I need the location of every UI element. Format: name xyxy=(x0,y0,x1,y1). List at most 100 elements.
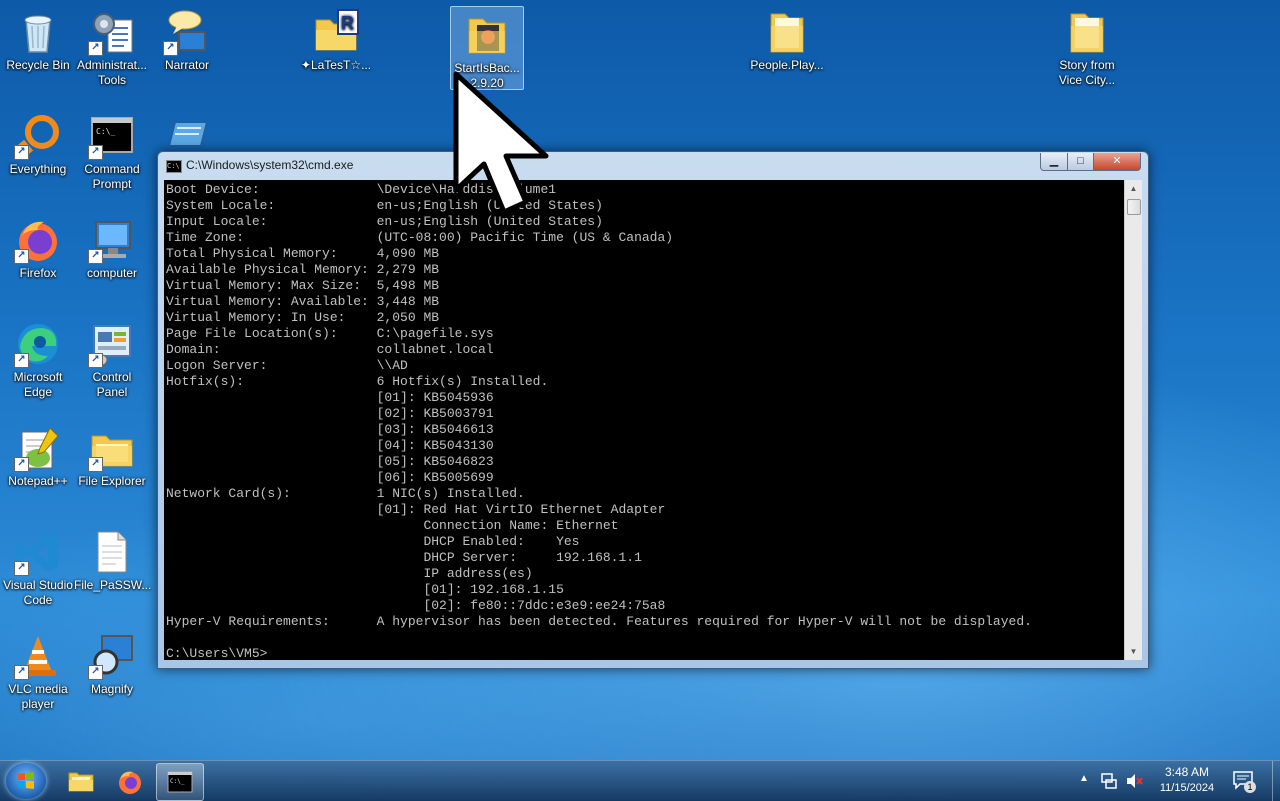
console-line: Virtual Memory: Max Size: 5,498 MB xyxy=(166,278,440,293)
close-button[interactable]: ✕ xyxy=(1093,153,1141,171)
console-line: Virtual Memory: In Use: 2,050 MB xyxy=(166,310,440,325)
desktop-icon-latest-folder[interactable]: R ✦LaTesT☆... xyxy=(298,4,374,73)
icon-label: File_PaSSW... xyxy=(74,578,152,592)
everything-icon: ↗ xyxy=(14,112,62,160)
command-prompt-icon: C:\_ ↗ xyxy=(88,112,136,160)
mouse-cursor-icon xyxy=(453,71,549,215)
desktop-icon-command-prompt[interactable]: C:\_ ↗ Command Prompt xyxy=(74,108,150,192)
folder-icon xyxy=(1063,8,1111,56)
narrator-icon: ↗ xyxy=(163,8,211,56)
shortcut-arrow-icon: ↗ xyxy=(88,145,103,160)
vertical-scrollbar[interactable]: ▲ ▼ xyxy=(1124,180,1142,660)
shortcut-arrow-icon: ↗ xyxy=(14,561,29,576)
console-line: Time Zone: (UTC-08:00) Pacific Time (US … xyxy=(166,230,674,245)
desktop-icon-recycle-bin[interactable]: Recycle Bin xyxy=(0,4,76,73)
shortcut-arrow-icon: ↗ xyxy=(88,249,103,264)
administrative-tools-icon: ↗ xyxy=(88,8,136,56)
icon-label: People.Play... xyxy=(750,58,824,72)
console-line: [01]: Red Hat VirtIO Ethernet Adapter xyxy=(166,502,666,517)
shortcut-arrow-icon: ↗ xyxy=(88,457,103,472)
console-line: [03]: KB5046613 xyxy=(166,422,494,437)
recycle-bin-icon xyxy=(14,8,62,56)
desktop-icon-file-explorer[interactable]: ↗ File Explorer xyxy=(74,420,150,489)
scroll-up-icon[interactable]: ▲ xyxy=(1125,180,1142,197)
console-line: Domain: collabnet.local xyxy=(166,342,494,357)
notification-count-badge: 1 xyxy=(1244,781,1256,793)
console-line: Boot Device: \Device\HarddiskVolume1 xyxy=(166,182,557,197)
desktop-icon-firefox[interactable]: ↗ Firefox xyxy=(0,212,76,281)
maximize-button[interactable]: □ xyxy=(1067,153,1094,171)
icon-label: Microsoft Edge xyxy=(13,370,63,399)
icon-label: Control Panel xyxy=(92,370,132,399)
desktop-icon-control-panel[interactable]: ↗ Control Panel xyxy=(74,316,150,400)
system-clock[interactable]: 3:48 AM 11/15/2024 xyxy=(1148,764,1226,796)
action-center-button[interactable]: 1 xyxy=(1232,769,1256,793)
icon-label: Magnify xyxy=(90,682,134,696)
clock-date: 11/15/2024 xyxy=(1159,782,1215,794)
icon-label: Command Prompt xyxy=(84,162,140,191)
console-output[interactable]: Boot Device: \Device\HarddiskVolume1 Syst… xyxy=(164,180,1124,660)
notepad-plus-plus-icon: ↗ xyxy=(14,424,62,472)
scroll-thumb[interactable] xyxy=(1127,199,1141,215)
taskbar-file-explorer[interactable] xyxy=(58,763,104,799)
desktop-icon-administrative-tools[interactable]: ↗ Administrat... Tools xyxy=(74,4,150,88)
svg-text:C:\_: C:\_ xyxy=(96,127,115,136)
console-line: Page File Location(s): C:\pagefile.sys xyxy=(166,326,494,341)
console-line: [02]: fe80::7ddc:e3e9:ee24:75a8 xyxy=(166,598,666,613)
folder-icon xyxy=(763,8,811,56)
icon-label: VLC media player xyxy=(8,682,68,711)
console-line: [04]: KB5043130 xyxy=(166,438,494,453)
svg-text:C:\_: C:\_ xyxy=(170,778,185,785)
icon-label: Notepad++ xyxy=(8,474,68,488)
computer-icon: ↗ xyxy=(88,216,136,264)
desktop-icon-file-passw[interactable]: File_PaSSW... xyxy=(74,524,152,593)
console-line: Logon Server: \\AD xyxy=(166,358,408,373)
shortcut-arrow-icon: ↗ xyxy=(14,353,29,368)
desktop-icon-magnify[interactable]: ↗ Magnify xyxy=(74,628,150,697)
windows-logo-icon xyxy=(18,772,34,789)
desktop-icon-everything[interactable]: ↗ Everything xyxy=(0,108,76,177)
volume-muted-icon[interactable] xyxy=(1125,772,1143,790)
shortcut-arrow-icon: ↗ xyxy=(14,249,29,264)
minimize-button[interactable]: ▁ xyxy=(1040,153,1068,171)
console-line: Virtual Memory: Available: 3,448 MB xyxy=(166,294,440,309)
network-icon[interactable] xyxy=(1100,772,1118,790)
shortcut-arrow-icon: ↗ xyxy=(14,145,29,160)
shortcut-arrow-icon: ↗ xyxy=(14,457,29,472)
icon-label: Story from Vice City... xyxy=(1058,58,1116,87)
console-line: DHCP Enabled: Yes xyxy=(166,534,580,549)
desktop-icon-notepad-plus-plus[interactable]: ↗ Notepad++ xyxy=(0,420,76,489)
start-button[interactable] xyxy=(6,763,46,799)
console-line: Hyper-V Requirements: A hypervisor has b… xyxy=(166,614,1032,629)
desktop-icon-microsoft-edge[interactable]: ↗ Microsoft Edge xyxy=(0,316,76,400)
console-line: Connection Name: Ethernet xyxy=(166,518,619,533)
desktop-icon-visual-studio-code[interactable]: ↗ Visual Studio Code xyxy=(0,524,76,608)
desktop-icon-story-from-vice-city[interactable]: Story from Vice City... xyxy=(1047,4,1127,88)
title-bar[interactable]: C:\ C:\Windows\system32\cmd.exe ▁ □ ✕ xyxy=(158,152,1148,180)
taskbar-firefox[interactable] xyxy=(107,763,153,799)
icon-label: Visual Studio Code xyxy=(3,578,73,607)
console-line: Input Locale: en-us;English (United Stat… xyxy=(166,214,603,229)
console-line: [01]: 192.168.1.15 xyxy=(166,582,564,597)
icon-label: computer xyxy=(86,266,138,280)
show-hidden-icons-button[interactable]: ▲ xyxy=(1079,773,1089,784)
cmd-window[interactable]: C:\ C:\Windows\system32\cmd.exe ▁ □ ✕ Bo… xyxy=(157,151,1149,669)
desktop-icon-narrator[interactable]: ↗ Narrator xyxy=(149,4,225,73)
clock-time: 3:48 AM xyxy=(1164,765,1210,779)
taskbar-command-prompt[interactable]: C:\_ xyxy=(156,763,204,801)
scroll-down-icon[interactable]: ▼ xyxy=(1125,643,1142,660)
icon-label: File Explorer xyxy=(78,474,146,488)
desktop-icon-computer[interactable]: ↗ computer xyxy=(74,212,150,281)
desktop-icon-vlc[interactable]: ↗ VLC media player xyxy=(0,628,76,712)
cmd-window-icon: C:\ xyxy=(166,160,182,173)
console-line: Total Physical Memory: 4,090 MB xyxy=(166,246,440,261)
shortcut-arrow-icon: ↗ xyxy=(88,353,103,368)
show-desktop-button[interactable] xyxy=(1272,761,1280,801)
control-panel-icon: ↗ xyxy=(88,320,136,368)
desktop-icon-people-play[interactable]: People.Play... xyxy=(747,4,827,73)
console-line: [02]: KB5003791 xyxy=(166,406,494,421)
svg-text:R: R xyxy=(341,13,354,33)
console-text: Boot Device: \Device\HarddiskVolume1 Syst… xyxy=(164,180,1124,660)
icon-label: Firefox xyxy=(19,266,57,280)
